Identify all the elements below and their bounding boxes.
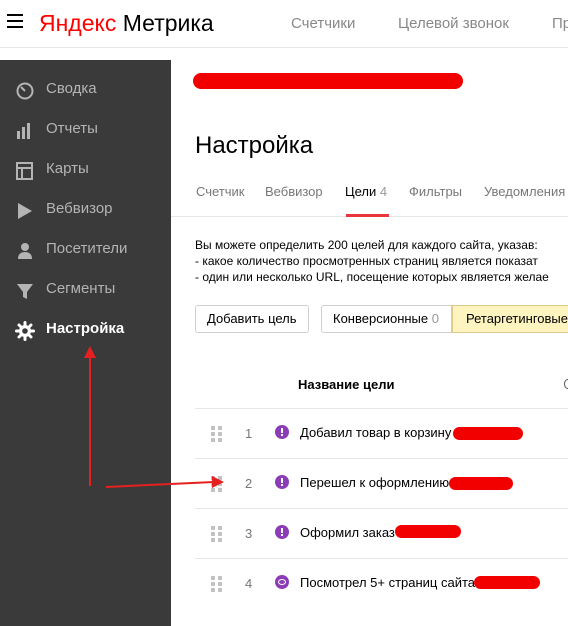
tab-filters[interactable]: Фильтры bbox=[409, 184, 462, 199]
nav-truncated[interactable]: Пр bbox=[552, 15, 568, 32]
sidebar-item-label: Вебвизор bbox=[46, 200, 113, 217]
sidebar-item-reports[interactable]: Отчеты bbox=[0, 110, 171, 150]
sidebar-item-segments[interactable]: Сегменты bbox=[0, 270, 171, 310]
eye-icon bbox=[275, 575, 289, 589]
sidebar-item-visitors[interactable]: Посетители bbox=[0, 230, 171, 270]
logo-metrika: Метрика bbox=[122, 10, 214, 36]
tab-goals-count: 4 bbox=[379, 184, 388, 199]
tab-goals[interactable]: Цели 4 bbox=[345, 184, 387, 199]
filter-icon bbox=[17, 284, 33, 299]
exclamation-icon bbox=[275, 475, 289, 489]
drag-handle-icon[interactable] bbox=[211, 476, 222, 492]
redaction-mark bbox=[449, 477, 513, 490]
filter-conversion-button[interactable]: Конверсионные 0 bbox=[321, 305, 452, 333]
redaction-mark bbox=[453, 427, 523, 440]
active-tab-indicator bbox=[346, 214, 389, 217]
goal-number: 1 bbox=[245, 426, 253, 441]
goal-name-column-header[interactable]: Название цели bbox=[298, 377, 394, 392]
goals-description: Вы можете определить 200 целей для каждо… bbox=[195, 237, 549, 285]
table-row: 3 Оформил заказ bbox=[195, 508, 568, 558]
goal-number: 3 bbox=[245, 526, 253, 541]
goal-number: 2 bbox=[245, 476, 253, 491]
tab-webvisor[interactable]: Вебвизор bbox=[265, 184, 323, 199]
sidebar-item-webvisor[interactable]: Вебвизор bbox=[0, 190, 171, 230]
goal-name[interactable]: Перешел к оформлению bbox=[300, 475, 449, 490]
sidebar-item-label: Отчеты bbox=[46, 120, 98, 137]
tab-counter[interactable]: Счетчик bbox=[196, 184, 245, 199]
page-title: Настройка bbox=[195, 132, 314, 159]
drag-handle-icon[interactable] bbox=[211, 576, 222, 592]
filter-retargeting-button[interactable]: Ретаргетинговые bbox=[452, 305, 568, 333]
user-icon bbox=[18, 243, 32, 259]
sidebar-item-summary[interactable]: Сводка bbox=[0, 70, 171, 110]
filter-conversion-label: Конверсионные bbox=[333, 311, 429, 326]
logo-yandex: Яндекс bbox=[39, 10, 117, 36]
gauge-icon bbox=[16, 82, 34, 100]
bar-chart-icon bbox=[17, 123, 30, 139]
sidebar-item-label: Посетители bbox=[46, 240, 128, 257]
tab-goals-label: Цели bbox=[345, 184, 377, 199]
description-line: Вы можете определить 200 целей для каждо… bbox=[195, 238, 538, 252]
sidebar-item-settings[interactable]: Настройка bbox=[0, 310, 171, 350]
column-settings-icon[interactable] bbox=[564, 379, 568, 389]
nav-counters[interactable]: Счетчики bbox=[291, 15, 355, 32]
redaction-mark bbox=[193, 73, 463, 89]
exclamation-icon bbox=[275, 525, 289, 539]
top-header: Яндекс Метрика Счетчики Целевой звонок П… bbox=[0, 0, 568, 48]
hamburger-menu-icon[interactable] bbox=[7, 14, 23, 28]
goal-name[interactable]: Оформил заказ bbox=[300, 525, 395, 540]
logo[interactable]: Яндекс Метрика bbox=[39, 10, 214, 36]
sidebar-item-label: Настройка bbox=[46, 320, 125, 337]
exclamation-icon bbox=[275, 425, 289, 439]
sidebar: Сводка Отчеты Карты Вебвизор Посетители … bbox=[0, 60, 171, 626]
play-icon bbox=[18, 203, 32, 219]
tab-notifications[interactable]: Уведомления bbox=[484, 184, 565, 199]
goal-number: 4 bbox=[245, 576, 253, 591]
sidebar-item-label: Сводка bbox=[46, 80, 97, 97]
sidebar-item-label: Карты bbox=[46, 160, 89, 177]
redaction-mark bbox=[395, 525, 461, 538]
settings-tabs: Счетчик Вебвизор Цели 4 Фильтры Уведомле… bbox=[171, 172, 568, 217]
sidebar-item-label: Сегменты bbox=[46, 280, 116, 297]
filter-conversion-count: 0 bbox=[431, 311, 439, 326]
goal-name[interactable]: Посмотрел 5+ страниц сайта bbox=[300, 575, 475, 590]
nav-target-call[interactable]: Целевой звонок bbox=[398, 15, 509, 32]
goal-name[interactable]: Добавил товар в корзину bbox=[300, 425, 451, 440]
gear-icon bbox=[15, 321, 35, 341]
drag-handle-icon[interactable] bbox=[211, 526, 222, 542]
map-icon bbox=[16, 162, 33, 180]
description-line: - один или несколько URL, посещение кото… bbox=[195, 270, 549, 284]
sidebar-item-maps[interactable]: Карты bbox=[0, 150, 171, 190]
drag-handle-icon[interactable] bbox=[211, 426, 222, 442]
description-line: - какое количество просмотренных страниц… bbox=[195, 254, 538, 268]
redaction-mark bbox=[474, 576, 540, 589]
add-goal-button[interactable]: Добавить цель bbox=[195, 305, 309, 333]
